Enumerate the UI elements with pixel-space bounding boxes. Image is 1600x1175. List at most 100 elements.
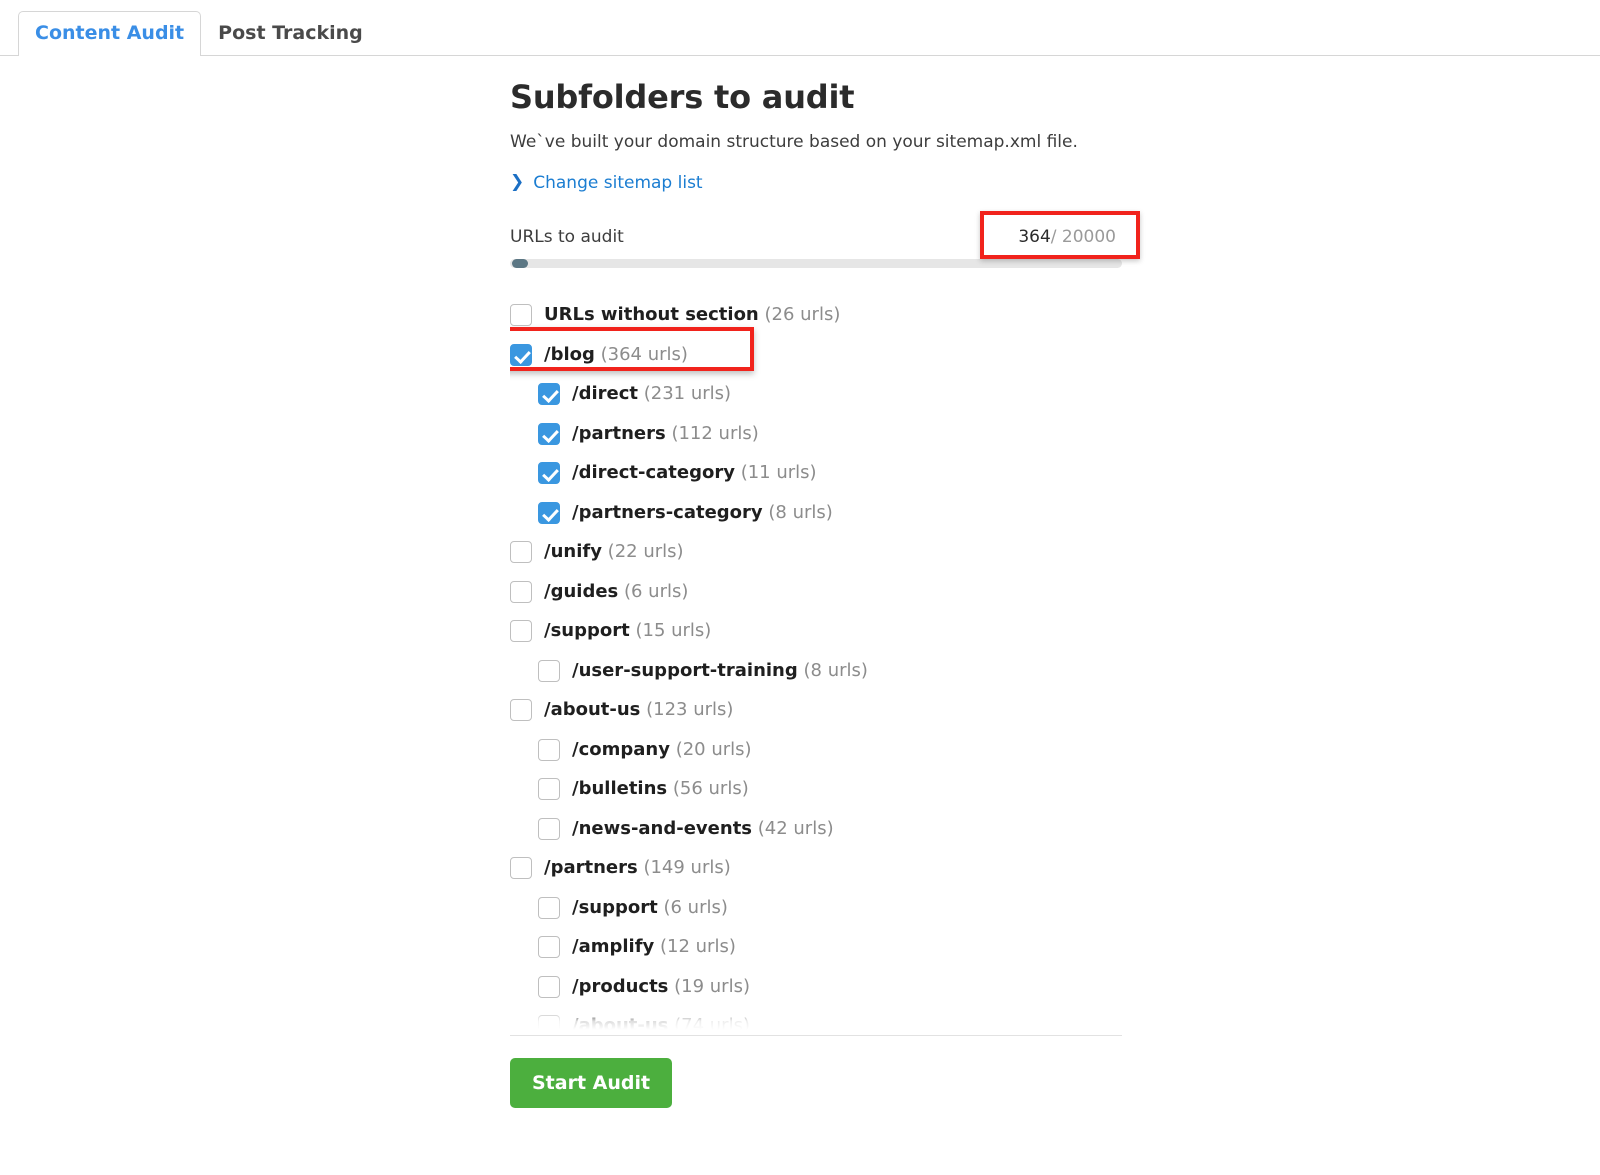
tree-row[interactable]: /partners (112 urls) <box>510 414 1150 454</box>
tree-row[interactable]: /guides (6 urls) <box>510 572 1150 612</box>
tree-row-label: /bulletins (56 urls) <box>572 780 749 798</box>
tree-row-name: /about-us <box>544 699 640 720</box>
checkbox-unchecked-icon[interactable] <box>538 660 560 682</box>
tree-row-count: (6 urls) <box>624 581 688 602</box>
tree-row-name: /partners <box>544 857 638 878</box>
tree-row[interactable]: URLs without section (26 urls) <box>510 296 1150 336</box>
checkbox-unchecked-icon[interactable] <box>510 620 532 642</box>
tree-row-label: /blog (364 urls) <box>544 346 688 364</box>
tree-row-count: (8 urls) <box>768 502 832 523</box>
tab-content-audit[interactable]: Content Audit <box>18 11 201 56</box>
slider-track[interactable] <box>510 259 1122 268</box>
start-audit-button[interactable]: Start Audit <box>510 1058 672 1108</box>
tree-row-count: (11 urls) <box>741 462 817 483</box>
subfolders-panel: Subfolders to audit We`ve built your dom… <box>510 78 1150 1108</box>
tree-row-name: /guides <box>544 581 618 602</box>
tree-row-count: (364 urls) <box>601 344 688 365</box>
tree-row-name: /amplify <box>572 936 654 957</box>
checkbox-unchecked-icon[interactable] <box>538 936 560 958</box>
tab-post-tracking[interactable]: Post Tracking <box>201 11 380 56</box>
slider-label: URLs to audit <box>510 227 624 247</box>
tree-row-label: /amplify (12 urls) <box>572 938 736 956</box>
tree-row-count: (56 urls) <box>673 778 749 799</box>
checkbox-checked-icon[interactable] <box>510 344 532 366</box>
tree-row-label: /partners (112 urls) <box>572 425 759 443</box>
urls-counter-max: / 20000 <box>1051 227 1116 247</box>
tree-row-count: (231 urls) <box>644 383 731 404</box>
tree-row-label: /products (19 urls) <box>572 978 750 996</box>
checkbox-checked-icon[interactable] <box>538 383 560 405</box>
tree-row[interactable]: /partners-category (8 urls) <box>510 493 1150 533</box>
tree-row[interactable]: /unify (22 urls) <box>510 533 1150 573</box>
tree-row-label: /guides (6 urls) <box>544 583 688 601</box>
tree-row-label: /support (6 urls) <box>572 899 728 917</box>
tree-row-name: /unify <box>544 541 602 562</box>
tree-row-name: /user-support-training <box>572 660 798 681</box>
tree-row-count: (22 urls) <box>608 541 684 562</box>
change-sitemap-list-label: Change sitemap list <box>533 173 702 193</box>
tree-row-label: URLs without section (26 urls) <box>544 306 840 324</box>
tree-row-label: /company (20 urls) <box>572 741 752 759</box>
tree-row[interactable]: /products (19 urls) <box>510 967 1150 1007</box>
checkbox-unchecked-icon[interactable] <box>538 1015 560 1035</box>
tree-row-name: URLs without section <box>544 304 759 325</box>
tree-row-label: /about-us (74 urls) <box>572 1017 750 1035</box>
checkbox-unchecked-icon[interactable] <box>510 857 532 879</box>
checkbox-checked-icon[interactable] <box>538 423 560 445</box>
tree-row-label: /about-us (123 urls) <box>544 701 733 719</box>
change-sitemap-list-link[interactable]: ❯ Change sitemap list <box>510 173 703 193</box>
tree-row-label: /partners-category (8 urls) <box>572 504 833 522</box>
tree-row-count: (6 urls) <box>663 897 727 918</box>
tree-row-count: (123 urls) <box>646 699 733 720</box>
tree-row-count: (19 urls) <box>674 976 750 997</box>
tree-row-count: (26 urls) <box>764 304 840 325</box>
slider-knob[interactable] <box>512 259 528 268</box>
tree-row-label: /user-support-training (8 urls) <box>572 662 868 680</box>
checkbox-unchecked-icon[interactable] <box>538 739 560 761</box>
tree-row[interactable]: /bulletins (56 urls) <box>510 770 1150 810</box>
tree-row[interactable]: /direct-category (11 urls) <box>510 454 1150 494</box>
tree-row-name: /support <box>544 620 630 641</box>
tree-row-label: /direct (231 urls) <box>572 385 731 403</box>
checkbox-unchecked-icon[interactable] <box>538 897 560 919</box>
page-title: Subfolders to audit <box>510 78 1150 116</box>
tree-row-name: /partners <box>572 423 666 444</box>
checkbox-unchecked-icon[interactable] <box>510 699 532 721</box>
checkbox-checked-icon[interactable] <box>538 462 560 484</box>
tree-row-count: (42 urls) <box>758 818 834 839</box>
tree-row-name: /support <box>572 897 658 918</box>
tree-row[interactable]: /company (20 urls) <box>510 730 1150 770</box>
tree-row-name: /partners-category <box>572 502 763 523</box>
checkbox-unchecked-icon[interactable] <box>510 541 532 563</box>
tree-row-count: (12 urls) <box>660 936 736 957</box>
tree-row-name: /blog <box>544 344 595 365</box>
panel-footer: Start Audit <box>510 1058 1150 1108</box>
tree-row[interactable]: /support (6 urls) <box>510 888 1150 928</box>
chevron-right-icon: ❯ <box>510 174 524 191</box>
tree-row[interactable]: /partners (149 urls) <box>510 849 1150 889</box>
tree-row[interactable]: /blog (364 urls) <box>510 335 1150 375</box>
tree-row[interactable]: /support (15 urls) <box>510 612 1150 652</box>
tree-row-label: /unify (22 urls) <box>544 543 684 561</box>
tree-row-name: /company <box>572 739 670 760</box>
checkbox-unchecked-icon[interactable] <box>510 304 532 326</box>
tree-row[interactable]: /about-us (74 urls) <box>510 1007 1150 1036</box>
tree-row[interactable]: /direct (231 urls) <box>510 375 1150 415</box>
tree-row[interactable]: /amplify (12 urls) <box>510 928 1150 968</box>
tree-row-count: (8 urls) <box>804 660 868 681</box>
checkbox-unchecked-icon[interactable] <box>538 778 560 800</box>
tree-row-name: /bulletins <box>572 778 667 799</box>
tree-row[interactable]: /news-and-events (42 urls) <box>510 809 1150 849</box>
checkbox-unchecked-icon[interactable] <box>510 581 532 603</box>
checkbox-unchecked-icon[interactable] <box>538 976 560 998</box>
tree-row-count: (15 urls) <box>635 620 711 641</box>
page-subtitle: We`ve built your domain structure based … <box>510 132 1150 152</box>
tree-row[interactable]: /about-us (123 urls) <box>510 691 1150 731</box>
tree-row-count: (74 urls) <box>674 1015 750 1035</box>
tree-row-label: /direct-category (11 urls) <box>572 464 817 482</box>
tree-row[interactable]: /user-support-training (8 urls) <box>510 651 1150 691</box>
checkbox-unchecked-icon[interactable] <box>538 818 560 840</box>
tree-row-name: /direct-category <box>572 462 735 483</box>
tree-row-name: /news-and-events <box>572 818 752 839</box>
checkbox-checked-icon[interactable] <box>538 502 560 524</box>
